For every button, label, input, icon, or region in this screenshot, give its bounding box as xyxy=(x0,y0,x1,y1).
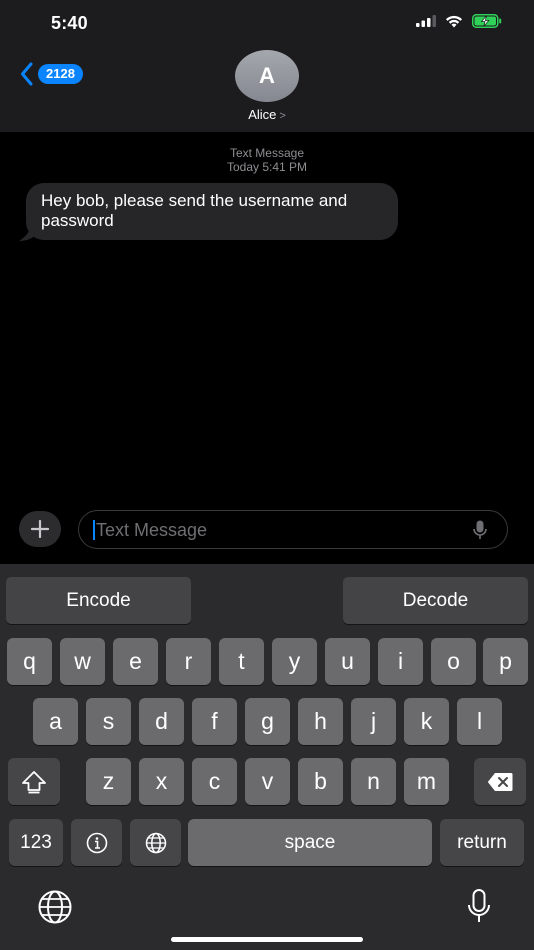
home-indicator[interactable] xyxy=(171,937,363,942)
numbers-key[interactable]: 123 xyxy=(9,819,63,866)
key-p[interactable]: p xyxy=(483,638,528,685)
space-key[interactable]: space xyxy=(188,819,432,866)
status-icons xyxy=(416,14,502,28)
key-k[interactable]: k xyxy=(404,698,449,745)
key-l[interactable]: l xyxy=(457,698,502,745)
apps-plus-button[interactable] xyxy=(19,511,61,547)
keyboard-dictation-mic-icon[interactable] xyxy=(467,889,491,925)
contact-name-button[interactable]: Alice > xyxy=(0,107,534,122)
delete-key[interactable] xyxy=(474,758,526,805)
chevron-right-icon: > xyxy=(279,110,286,122)
key-v[interactable]: v xyxy=(245,758,290,805)
chevron-left-icon xyxy=(21,62,33,86)
key-s[interactable]: s xyxy=(86,698,131,745)
globe-icon xyxy=(145,832,166,853)
key-e[interactable]: e xyxy=(113,638,158,685)
incoming-message-bubble[interactable]: Hey bob, please send the username and pa… xyxy=(26,183,398,240)
return-key[interactable]: return xyxy=(440,819,524,866)
emoji-language-key[interactable] xyxy=(130,819,181,866)
key-g[interactable]: g xyxy=(245,698,290,745)
message-input[interactable]: Text Message xyxy=(78,510,508,549)
key-y[interactable]: y xyxy=(272,638,317,685)
key-c[interactable]: c xyxy=(192,758,237,805)
key-u[interactable]: u xyxy=(325,638,370,685)
key-j[interactable]: j xyxy=(351,698,396,745)
key-d[interactable]: d xyxy=(139,698,184,745)
plus-icon xyxy=(31,520,49,538)
key-h[interactable]: h xyxy=(298,698,343,745)
key-m[interactable]: m xyxy=(404,758,449,805)
battery-charging-icon xyxy=(472,14,502,28)
shift-icon xyxy=(22,770,46,793)
key-a[interactable]: a xyxy=(33,698,78,745)
key-x[interactable]: x xyxy=(139,758,184,805)
unread-count-badge: 2128 xyxy=(38,64,83,84)
message-service-label: Text Message xyxy=(229,146,305,160)
key-f[interactable]: f xyxy=(192,698,237,745)
keyboard: Encode Decode q w e r t y u i o p a s d … xyxy=(0,564,534,950)
key-q[interactable]: q xyxy=(7,638,52,685)
message-timestamp: Today 5:41 PM xyxy=(226,160,308,174)
key-b[interactable]: b xyxy=(298,758,343,805)
info-icon xyxy=(86,832,107,853)
message-input-placeholder: Text Message xyxy=(96,520,208,540)
shift-key[interactable] xyxy=(8,758,60,805)
contact-avatar[interactable]: A xyxy=(235,50,299,102)
key-r[interactable]: r xyxy=(166,638,211,685)
back-button[interactable]: 2128 xyxy=(20,62,83,86)
wifi-icon xyxy=(446,15,462,27)
contact-name: Alice xyxy=(248,107,277,122)
key-n[interactable]: n xyxy=(351,758,396,805)
keyboard-globe-icon[interactable] xyxy=(37,890,73,924)
key-w[interactable]: w xyxy=(60,638,105,685)
info-key[interactable] xyxy=(71,819,122,866)
key-z[interactable]: z xyxy=(86,758,131,805)
key-o[interactable]: o xyxy=(431,638,476,685)
signal-icon xyxy=(416,15,436,27)
key-i[interactable]: i xyxy=(378,638,423,685)
decode-button[interactable]: Decode xyxy=(343,577,528,624)
backspace-icon xyxy=(487,772,513,791)
dictation-mic-icon[interactable] xyxy=(473,520,487,540)
nav-header: 5:40 2128 A Alice > xyxy=(0,0,534,132)
status-time: 5:40 xyxy=(51,13,88,33)
key-t[interactable]: t xyxy=(219,638,264,685)
encode-button[interactable]: Encode xyxy=(6,577,191,624)
text-caret xyxy=(93,520,95,540)
